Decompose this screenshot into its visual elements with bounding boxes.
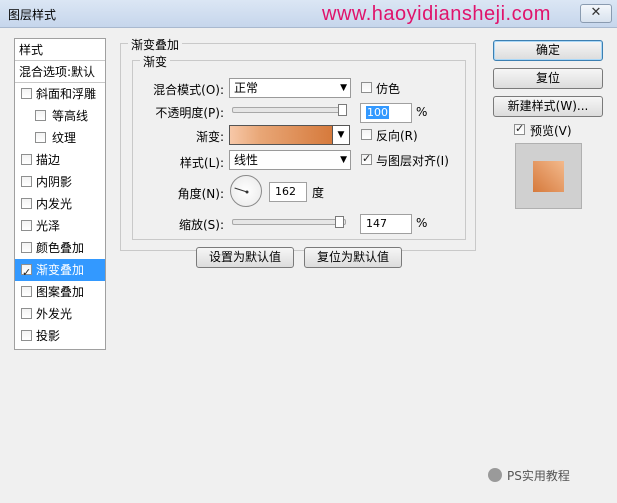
- align-with-layer-label: 与图层对齐(I): [376, 154, 449, 168]
- preview-label: 预览(V): [530, 124, 572, 138]
- style-item[interactable]: 描边: [15, 149, 105, 171]
- blend-mode-select[interactable]: 正常 ▼: [229, 78, 351, 98]
- style-item[interactable]: 颜色叠加: [15, 237, 105, 259]
- reverse-checkbox[interactable]: [361, 129, 372, 140]
- scale-slider-thumb[interactable]: [335, 216, 344, 228]
- opacity-slider[interactable]: [232, 107, 346, 113]
- style-item-checkbox[interactable]: [21, 262, 32, 284]
- style-item-label: 斜面和浮雕: [36, 87, 97, 101]
- style-item-checkbox[interactable]: [21, 220, 32, 231]
- reverse-label: 反向(R): [376, 129, 418, 143]
- watermark-text: www.haoyidiansheji.com: [322, 3, 551, 25]
- opacity-label: 不透明度(P):: [155, 106, 224, 120]
- close-button[interactable]: ✕: [580, 4, 612, 23]
- styles-list: 样式 混合选项:默认 斜面和浮雕等高线纹理描边内阴影内发光光泽颜色叠加渐变叠加图…: [14, 38, 106, 350]
- opacity-value: 100: [366, 106, 389, 119]
- style-item[interactable]: 等高线: [15, 105, 105, 127]
- style-item[interactable]: 光泽: [15, 215, 105, 237]
- set-default-button[interactable]: 设置为默认值: [196, 247, 294, 268]
- brand-text: PS实用教程: [507, 469, 570, 483]
- close-icon: ✕: [590, 5, 602, 20]
- chevron-down-icon: ▼: [340, 155, 347, 165]
- window-title: 图层样式: [8, 8, 57, 22]
- style-item-checkbox[interactable]: [21, 154, 32, 165]
- group-title: 渐变叠加: [128, 36, 183, 53]
- scale-input[interactable]: 147: [360, 214, 412, 234]
- style-item[interactable]: 纹理: [15, 127, 105, 149]
- style-item-checkbox[interactable]: [21, 330, 32, 341]
- style-item-label: 光泽: [36, 219, 61, 233]
- style-item[interactable]: 外发光: [15, 303, 105, 325]
- subgroup-title: 渐变: [140, 53, 171, 70]
- style-item-checkbox[interactable]: [21, 242, 32, 253]
- chevron-down-icon: ▼: [340, 83, 347, 93]
- scale-slider[interactable]: [232, 219, 346, 225]
- style-item-checkbox[interactable]: [35, 110, 46, 121]
- style-item[interactable]: 斜面和浮雕: [15, 83, 105, 105]
- reset-button[interactable]: 复位: [493, 68, 603, 89]
- style-item-label: 描边: [36, 153, 61, 167]
- dither-label: 仿色: [376, 82, 401, 96]
- gradient-picker-button[interactable]: ▼: [332, 125, 350, 145]
- angle-label: 角度(N):: [177, 187, 224, 201]
- style-item-checkbox[interactable]: [21, 286, 32, 297]
- blend-mode-value: 正常: [234, 81, 259, 95]
- new-style-button[interactable]: 新建样式(W)...: [493, 96, 603, 117]
- style-item[interactable]: 内发光: [15, 193, 105, 215]
- preview-checkbox[interactable]: [514, 122, 525, 135]
- reset-default-button[interactable]: 复位为默认值: [304, 247, 402, 268]
- style-item-label: 内发光: [36, 197, 73, 211]
- align-with-layer-checkbox[interactable]: [361, 152, 372, 165]
- style-select[interactable]: 线性 ▼: [229, 150, 351, 170]
- gradient-label: 渐变:: [195, 130, 224, 144]
- style-item-checkbox[interactable]: [21, 198, 32, 209]
- style-item[interactable]: 渐变叠加: [15, 259, 105, 284]
- style-item[interactable]: 投影: [15, 325, 105, 347]
- gradient-swatch[interactable]: [229, 125, 333, 145]
- style-item-checkbox[interactable]: [21, 88, 32, 99]
- scale-unit: %: [416, 216, 428, 230]
- angle-unit: 度: [312, 186, 325, 200]
- style-preview-swatch: [533, 161, 564, 192]
- wechat-icon: [488, 468, 502, 482]
- style-item-label: 外发光: [36, 307, 73, 321]
- opacity-unit: %: [416, 105, 428, 119]
- blend-mode-label: 混合模式(O):: [153, 83, 224, 97]
- style-item[interactable]: 图案叠加: [15, 281, 105, 303]
- style-item-label: 内阴影: [36, 175, 73, 189]
- angle-dial[interactable]: [230, 175, 262, 207]
- style-item-label: 颜色叠加: [36, 241, 85, 255]
- scale-label: 缩放(S):: [178, 218, 224, 232]
- style-item-label: 等高线: [52, 109, 89, 123]
- blending-options-item[interactable]: 混合选项:默认: [15, 61, 105, 83]
- opacity-input[interactable]: 100: [360, 103, 412, 123]
- style-item-checkbox[interactable]: [21, 308, 32, 319]
- angle-input[interactable]: 162: [269, 182, 307, 202]
- ok-button[interactable]: 确定: [493, 40, 603, 61]
- style-item-label: 渐变叠加: [36, 263, 85, 277]
- opacity-slider-thumb[interactable]: [338, 104, 347, 116]
- style-item[interactable]: 内阴影: [15, 171, 105, 193]
- style-item-label: 图案叠加: [36, 285, 85, 299]
- style-item-label: 投影: [36, 329, 61, 343]
- style-label: 样式(L):: [179, 156, 224, 170]
- chevron-down-icon: ▼: [337, 130, 345, 140]
- style-item-label: 纹理: [52, 131, 77, 145]
- dither-checkbox[interactable]: [361, 82, 372, 93]
- style-item-checkbox[interactable]: [35, 132, 46, 143]
- style-item-checkbox[interactable]: [21, 176, 32, 187]
- style-value: 线性: [234, 153, 259, 167]
- styles-header[interactable]: 样式: [15, 39, 105, 61]
